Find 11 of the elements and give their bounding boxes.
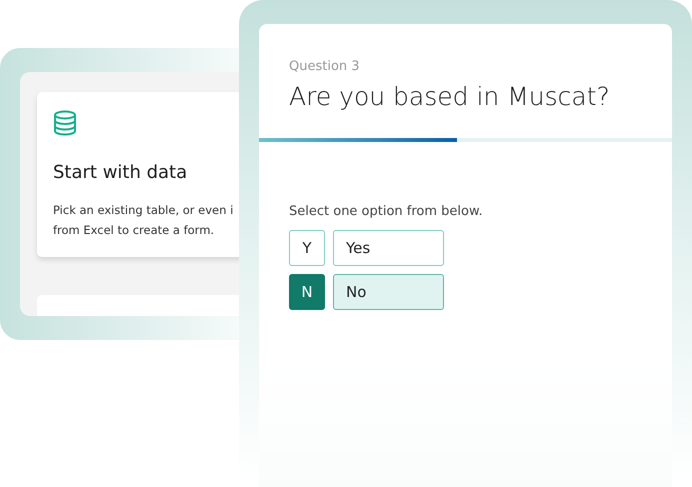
card-title: Start with data: [53, 162, 188, 183]
card-description: from Excel to create a form.: [53, 222, 214, 239]
option-key[interactable]: N: [289, 274, 325, 310]
option-key[interactable]: Y: [289, 230, 325, 266]
question-title: Are you based in Muscat?: [289, 82, 610, 111]
card-description: Pick an existing table, or even i: [53, 202, 234, 219]
instruction-text: Select one option from below.: [289, 204, 483, 219]
option-button[interactable]: Yes: [333, 230, 444, 266]
option-button[interactable]: No: [333, 274, 444, 310]
question-number: Question 3: [289, 59, 360, 74]
database-icon: [53, 110, 77, 136]
